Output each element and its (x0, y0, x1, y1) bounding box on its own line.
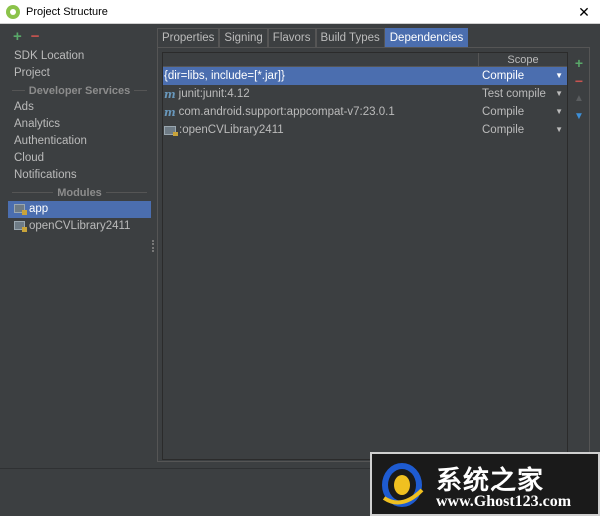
dependency-label: :openCVLibrary2411 (179, 124, 284, 136)
section-modules: Modules (8, 184, 151, 201)
module-label: openCVLibrary2411 (29, 220, 131, 232)
dependencies-table: Scope {dir=libs, include=[*.jar]} Compil… (162, 52, 568, 460)
scope-value: Compile (482, 70, 525, 82)
column-header-name[interactable] (163, 53, 479, 66)
tab-signing[interactable]: Signing (219, 28, 268, 47)
tab-properties[interactable]: Properties (157, 28, 220, 47)
dependency-label: com.android.support:appcompat-v7:23.0.1 (178, 106, 395, 118)
add-icon[interactable]: + (13, 29, 22, 44)
android-studio-icon (6, 4, 20, 19)
left-item-analytics[interactable]: Analytics (8, 116, 151, 133)
ghost-logo-icon (382, 463, 424, 507)
chevron-down-icon: ▼ (555, 89, 563, 98)
splitter-handle[interactable] (151, 28, 155, 460)
module-icon (14, 221, 27, 232)
table-row[interactable]: m com.android.support:appcompat-v7:23.0.1… (163, 103, 567, 121)
remove-dependency-icon[interactable]: − (570, 72, 588, 90)
left-item-authentication[interactable]: Authentication (8, 133, 151, 150)
dependency-label: junit:junit:4.12 (178, 88, 250, 100)
table-row[interactable]: m junit:junit:4.12 Test compile ▼ (163, 85, 567, 103)
dependencies-panel: Scope {dir=libs, include=[*.jar]} Compil… (157, 47, 590, 462)
left-item-ads[interactable]: Ads (8, 99, 151, 116)
module-item-opencvlibrary[interactable]: openCVLibrary2411 (8, 218, 151, 235)
chevron-down-icon: ▼ (555, 71, 563, 80)
left-panel: + − SDK Location Project Developer Servi… (8, 28, 151, 460)
dependency-name: m junit:junit:4.12 (163, 88, 479, 101)
scope-value: Compile (482, 124, 525, 136)
scope-dropdown[interactable]: Compile ▼ (479, 124, 567, 136)
dependency-name: :openCVLibrary2411 (163, 124, 479, 136)
scope-value: Compile (482, 106, 525, 118)
close-icon[interactable]: ✕ (576, 4, 592, 20)
scope-dropdown[interactable]: Compile ▼ (479, 70, 567, 82)
scope-dropdown[interactable]: Compile ▼ (479, 106, 567, 118)
scope-value: Test compile (482, 88, 546, 100)
module-label: app (29, 203, 49, 215)
column-header-scope[interactable]: Scope (479, 53, 567, 66)
dependency-name: {dir=libs, include=[*.jar]} (163, 70, 479, 82)
remove-icon[interactable]: − (31, 29, 40, 44)
maven-icon: m (164, 105, 176, 119)
table-row[interactable]: :openCVLibrary2411 Compile ▼ (163, 121, 567, 139)
module-item-app[interactable]: app (8, 201, 151, 218)
dependency-label: {dir=libs, include=[*.jar]} (164, 70, 285, 82)
dependency-name: m com.android.support:appcompat-v7:23.0.1 (163, 106, 479, 119)
title-bar: Project Structure ✕ (0, 0, 600, 24)
section-label: Modules (57, 186, 102, 199)
left-item-project[interactable]: Project (8, 65, 151, 82)
move-up-icon[interactable]: ▲ (570, 90, 588, 108)
tab-dependencies[interactable]: Dependencies (384, 28, 469, 47)
tab-bar: Properties Signing Flavors Build Types D… (157, 28, 469, 47)
left-list: SDK Location Project Developer Services … (8, 48, 151, 235)
chevron-down-icon: ▼ (555, 125, 563, 134)
table-header: Scope (163, 53, 567, 67)
chevron-down-icon: ▼ (555, 107, 563, 116)
watermark-url: www.Ghost123.com (436, 493, 572, 510)
left-item-cloud[interactable]: Cloud (8, 150, 151, 167)
dependency-toolbar: + − ▲ ▼ (570, 54, 588, 126)
section-developer-services: Developer Services (8, 82, 151, 99)
section-label: Developer Services (28, 84, 131, 97)
scope-dropdown[interactable]: Test compile ▼ (479, 88, 567, 100)
add-dependency-icon[interactable]: + (570, 54, 588, 72)
module-icon (14, 204, 27, 215)
module-folder-icon (164, 125, 178, 136)
window-title: Project Structure (26, 5, 108, 18)
tab-build-types[interactable]: Build Types (315, 28, 385, 47)
watermark-chinese: 系统之家 (436, 466, 545, 496)
left-item-notifications[interactable]: Notifications (8, 167, 151, 184)
left-toolbar: + − (8, 28, 151, 46)
watermark: 系统之家 www.Ghost123.com (370, 452, 600, 516)
move-down-icon[interactable]: ▼ (570, 108, 588, 126)
tab-flavors[interactable]: Flavors (267, 28, 316, 47)
maven-icon: m (164, 87, 176, 101)
left-item-sdk-location[interactable]: SDK Location (8, 48, 151, 65)
table-row[interactable]: {dir=libs, include=[*.jar]} Compile ▼ (163, 67, 567, 85)
